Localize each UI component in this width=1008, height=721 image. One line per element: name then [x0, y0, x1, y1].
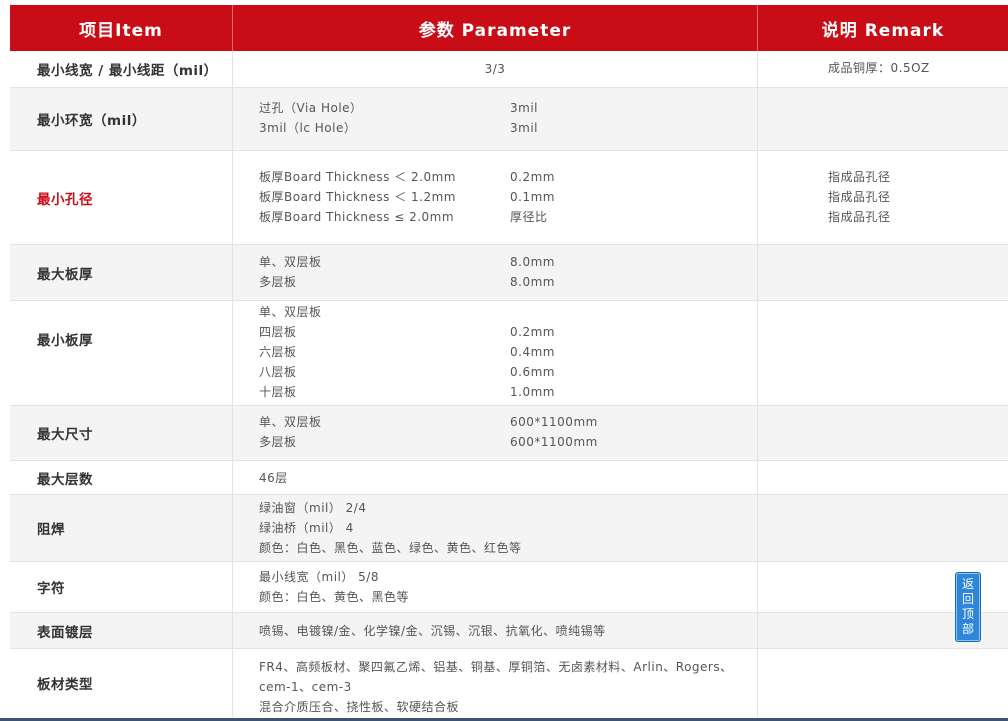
row-value: 喷锡、电镀镍/金、化学镍/金、沉锡、沉银、抗氧化、喷纯锡等 — [232, 613, 757, 648]
row-label: 最小孔径 — [37, 191, 93, 208]
table-row: 字符 最小线宽（mil） 5/8 颜色：白色、黄色、黑色等 — [10, 562, 1008, 613]
row-value: 46层 — [232, 461, 757, 494]
row-label: 最大板厚 — [37, 266, 93, 283]
table-row: 最小环宽（mil） 过孔（Via Hole） 3mil 3mil（lc Hole）… — [10, 88, 1008, 151]
row-remark — [757, 88, 1008, 150]
table-row: 板材类型 FR4、高频板材、聚四氟乙烯、铝基、铜基、厚铜箔、无卤素材料、Arli… — [10, 649, 1008, 717]
row-value: 板厚Board Thickness ＜ 2.0mm 0.2mm 板厚Board T… — [232, 151, 757, 244]
row-value: 最小线宽（mil） 5/8 颜色：白色、黄色、黑色等 — [232, 562, 757, 612]
row-value: FR4、高频板材、聚四氟乙烯、铝基、铜基、厚铜箔、无卤素材料、Arlin、Rog… — [232, 649, 757, 717]
row-remark — [757, 406, 1008, 460]
row-label: 表面镀层 — [37, 624, 93, 641]
row-value: 单、双层板 四层板 0.2mm 六层板 0.4mm 八层板 0.6mm 十层板 1.0m… — [232, 301, 757, 405]
row-label: 最小环宽（mil） — [37, 113, 146, 129]
row-label: 最小线宽 / 最小线距（mil） — [37, 63, 218, 79]
table-row: 最小孔径 板厚Board Thickness ＜ 2.0mm 0.2mm 板厚Bo… — [10, 151, 1008, 245]
row-value: 单、双层板 600*1100mm 多层板 600*1100mm — [232, 406, 757, 460]
row-label: 字符 — [37, 581, 65, 597]
back-to-top-button[interactable]: 返 回 顶 部 — [955, 572, 981, 642]
row-value: 绿油窗（mil） 2/4 绿油桥（mil） 4 颜色：白色、黑色、蓝色、绿色、黄… — [232, 495, 757, 561]
row-remark — [757, 301, 1008, 405]
row-remark — [757, 649, 1008, 717]
row-label: 板材类型 — [37, 677, 93, 693]
header-item: 项目Item — [79, 20, 163, 41]
row-remark — [757, 245, 1008, 300]
table-row: 最小板厚 单、双层板 四层板 0.2mm 六层板 0.4mm 八层板 0.6mm 十层… — [10, 301, 1008, 406]
table-row: 最大板厚 单、双层板 8.0mm 多层板 8.0mm — [10, 245, 1008, 301]
row-label: 最小板厚 — [37, 333, 93, 349]
row-label: 最大尺寸 — [37, 427, 93, 443]
row-remark: 成品铜厚：0.5OZ — [757, 51, 1008, 87]
row-remark: 指成品孔径 指成品孔径 指成品孔径 — [757, 151, 1008, 244]
row-value: 过孔（Via Hole） 3mil 3mil（lc Hole） 3mil — [232, 88, 757, 150]
table-row: 表面镀层 喷锡、电镀镍/金、化学镍/金、沉锡、沉银、抗氧化、喷纯锡等 — [10, 613, 1008, 649]
row-label: 阻焊 — [37, 522, 65, 538]
table-row: 最大尺寸 单、双层板 600*1100mm 多层板 600*1100mm — [10, 406, 1008, 461]
header-parameter: 参数 Parameter — [232, 5, 757, 51]
table-row: 阻焊 绿油窗（mil） 2/4 绿油桥（mil） 4 颜色：白色、黑色、蓝色、绿… — [10, 495, 1008, 562]
header-remark: 说明 Remark — [757, 5, 1008, 51]
table-row: 最小线宽 / 最小线距（mil） 3/3 成品铜厚：0.5OZ — [10, 51, 1008, 88]
table-row: 最大层数 46层 — [10, 461, 1008, 495]
row-label: 最大层数 — [37, 471, 93, 488]
row-remark — [757, 461, 1008, 494]
parameter-table: 项目Item 参数 Parameter 说明 Remark 最小线宽 / 最小线… — [10, 5, 1008, 717]
row-remark — [757, 495, 1008, 561]
table-header: 项目Item 参数 Parameter 说明 Remark — [10, 5, 1008, 51]
row-value: 3/3 — [232, 51, 757, 87]
row-value: 单、双层板 8.0mm 多层板 8.0mm — [232, 245, 757, 300]
